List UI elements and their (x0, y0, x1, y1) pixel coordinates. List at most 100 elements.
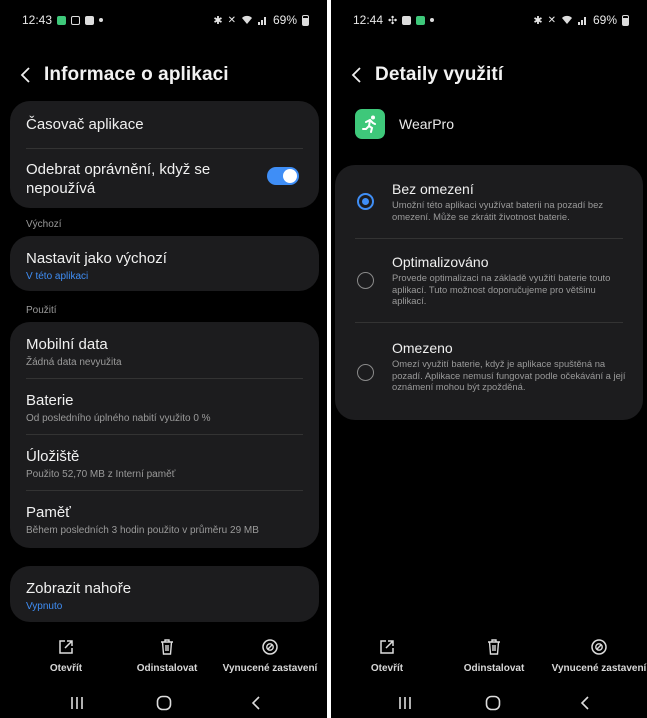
usage-item-title: Mobilní data (26, 336, 108, 353)
set-default-item[interactable]: Nastavit jako výchozí V této aplikaci (26, 249, 303, 283)
recents-icon (71, 697, 83, 709)
back-button[interactable] (0, 58, 44, 92)
force-stop-button[interactable]: Vynucené zastavení (549, 638, 647, 674)
trash-icon (488, 639, 500, 655)
trash-icon (161, 639, 173, 655)
usage-item-title: Baterie (26, 392, 74, 409)
uninstall-button[interactable]: Odinstalovat (117, 638, 217, 674)
show-on-top-card: Zobrazit nahoře Vypnuto (10, 566, 319, 622)
stop-circle-icon (591, 639, 607, 655)
usage-item-battery[interactable]: Baterie Od posledního úplného nabití vyu… (26, 391, 303, 425)
usage-item-mobile-data[interactable]: Mobilní data Žádná data nevyužita (26, 335, 303, 369)
notification-calendar-icon (402, 15, 412, 25)
system-nav-bar (331, 688, 647, 718)
divider (26, 434, 303, 435)
force-stop-label: Vynucené zastavení (551, 663, 647, 674)
page-title: Detaily využití (375, 64, 504, 85)
option-desc: Provede optimalizaci na základě využití … (392, 272, 611, 306)
nav-back-button[interactable] (565, 690, 605, 716)
permissions-card: Časovač aplikace Odebrat oprávnění, když… (10, 101, 319, 208)
wifi-icon (561, 15, 572, 24)
uninstall-label: Odinstalovat (463, 663, 525, 674)
stop-circle-icon (262, 639, 278, 655)
force-stop-label: Vynucené zastavení (222, 663, 318, 674)
recents-button[interactable] (385, 690, 425, 716)
usage-item-memory[interactable]: Paměť Během posledních 3 hodin použito v… (26, 503, 303, 537)
divider (355, 238, 623, 239)
notification-tools-icon (71, 15, 81, 25)
divider (355, 322, 623, 323)
open-external-icon (380, 640, 394, 654)
battery-options-card: Bez omezení Umožní této aplikaci využíva… (335, 165, 643, 420)
app-timer-item[interactable]: Časovač aplikace (26, 115, 303, 134)
battery-percent: 69% (272, 13, 297, 27)
usage-card: Mobilní data Žádná data nevyužita Bateri… (10, 322, 319, 548)
remove-permissions-toggle[interactable] (267, 167, 299, 185)
back-arrow-icon (351, 67, 361, 83)
option-title: Bez omezení (392, 181, 474, 197)
radio-unrestricted[interactable] (357, 193, 374, 210)
open-button[interactable]: Otevřít (16, 638, 116, 674)
notification-calendar-icon (85, 15, 95, 25)
bottom-actions: Otevřít Odinstalovat Vynucené zastavení (331, 638, 647, 678)
remove-permissions-item[interactable]: Odebrat oprávnění, když se nepoužívá (26, 160, 249, 198)
page-title: Informace o aplikaci (44, 64, 229, 85)
mute-icon: ✕ (227, 14, 236, 26)
set-default-sub: V této aplikaci (26, 271, 89, 282)
back-button[interactable] (331, 58, 375, 92)
more-notifications-icon (99, 18, 104, 22)
radio-optimized[interactable] (357, 272, 374, 289)
usage-details-screen: 12:44 ✣ ✱ ✕ 69% Detaily využití WearPro (331, 0, 647, 718)
force-stop-button[interactable]: Vynucené zastavení (220, 638, 320, 674)
divider (26, 490, 303, 491)
uninstall-label: Odinstalovat (136, 663, 198, 674)
open-button[interactable]: Otevřít (337, 638, 437, 674)
status-time: 12:44 (353, 13, 384, 27)
usage-item-sub: Žádná data nevyužita (26, 357, 122, 368)
option-desc: Umožní této aplikaci využívat baterii na… (392, 199, 604, 222)
usage-item-sub: Od posledního úplného nabití využito 0 % (26, 413, 211, 424)
battery-icon (302, 14, 309, 26)
home-button[interactable] (144, 690, 184, 716)
option-optimized[interactable]: Optimalizováno Provede optimalizaci na z… (392, 254, 629, 307)
usage-item-sub: Použito 52,70 MB z Interní paměť (26, 469, 176, 480)
option-unrestricted[interactable]: Bez omezení Umožní této aplikaci využíva… (392, 181, 629, 222)
notification-app-icon (416, 15, 426, 25)
app-timer-label: Časovač aplikace (26, 116, 144, 133)
uninstall-button[interactable]: Odinstalovat (444, 638, 544, 674)
notification-fan-icon: ✣ (388, 14, 398, 27)
home-icon (156, 695, 172, 711)
usage-item-storage[interactable]: Úložiště Použito 52,70 MB z Interní pamě… (26, 447, 303, 481)
show-on-top-title: Zobrazit nahoře (26, 580, 132, 597)
mute-icon: ✕ (547, 14, 556, 26)
system-nav-bar (0, 688, 327, 718)
bluetooth-icon: ✱ (213, 14, 223, 27)
set-default-title: Nastavit jako výchozí (26, 250, 167, 267)
home-button[interactable] (473, 690, 513, 716)
app-info-screen: 12:43 ✱ ✕ 69% Informace o aplikaci Časov… (0, 0, 327, 718)
bluetooth-icon: ✱ (533, 14, 543, 27)
nav-back-button[interactable] (236, 690, 276, 716)
divider (26, 378, 303, 379)
bottom-actions: Otevřít Odinstalovat Vynucené zastavení (0, 638, 327, 678)
nav-back-icon (580, 696, 589, 710)
notification-app-icon (57, 15, 67, 25)
radio-restricted[interactable] (357, 364, 374, 381)
status-bar: 12:44 ✣ ✱ ✕ 69% (331, 0, 647, 40)
app-header: WearPro (355, 108, 627, 140)
app-name: WearPro (399, 116, 454, 132)
option-desc: Omezí využití baterie, když je aplikace … (392, 358, 626, 392)
option-restricted[interactable]: Omezeno Omezí využití baterie, když je a… (392, 340, 629, 393)
signal-icon (257, 17, 266, 25)
option-title: Optimalizováno (392, 254, 489, 270)
section-usage-label: Použití (26, 305, 57, 316)
remove-permissions-label: Odebrat oprávnění, když se nepoužívá (26, 161, 211, 197)
home-icon (485, 695, 501, 711)
recents-button[interactable] (57, 690, 97, 716)
battery-icon (622, 14, 629, 26)
runner-icon (362, 115, 376, 133)
usage-item-sub: Během posledních 3 hodin použito v průmě… (26, 525, 259, 536)
show-on-top-item[interactable]: Zobrazit nahoře Vypnuto (26, 579, 303, 613)
option-title: Omezeno (392, 340, 453, 356)
status-bar: 12:43 ✱ ✕ 69% (0, 0, 327, 40)
